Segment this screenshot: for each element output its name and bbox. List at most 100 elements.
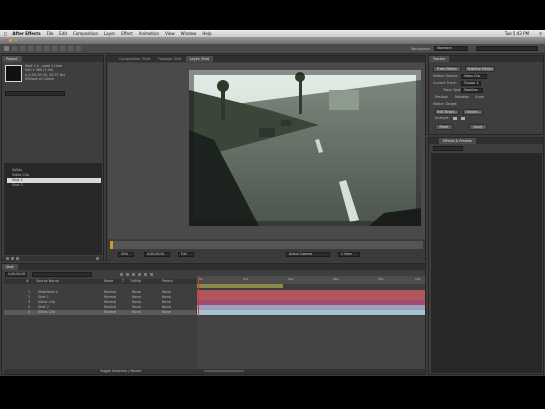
analyze-backward-button[interactable] <box>453 117 457 120</box>
menu-bar:  After Effects File Edit Composition La… <box>0 30 545 37</box>
rotate-tool-icon[interactable] <box>28 46 33 51</box>
tools-toolbar: Workspace: Standard <box>0 44 545 54</box>
zoom-tool-icon[interactable] <box>20 46 25 51</box>
timeline-search-input[interactable] <box>32 272 92 277</box>
tab-layer[interactable]: Layer: Shot <box>185 56 213 62</box>
app-menu[interactable]: After Effects <box>12 31 40 36</box>
ruler-label: 04s <box>288 277 294 281</box>
reset-button[interactable]: Reset <box>435 124 453 130</box>
pan-behind-tool-icon[interactable] <box>44 46 49 51</box>
playhead[interactable] <box>110 241 113 249</box>
project-search-input[interactable] <box>5 91 65 96</box>
stabilize-motion-button[interactable]: Stabilize Motion <box>465 66 495 72</box>
text-tool-icon[interactable] <box>68 46 73 51</box>
menu-layer[interactable]: Layer <box>104 31 115 36</box>
track-type-select[interactable]: Stabilize <box>461 88 483 93</box>
timeline-panel: Shot 0;00;00;00 # Source Name Mode T Trk… <box>1 263 426 375</box>
hide-shy-layers-icon[interactable] <box>132 273 135 276</box>
timeline-footer: Toggle Switches / Modes <box>4 369 425 374</box>
layer-bar[interactable] <box>197 310 425 315</box>
trash-icon[interactable] <box>96 257 99 260</box>
rotation-checkbox[interactable]: Rotation <box>455 95 469 100</box>
timeline-timecode[interactable]: 0;00;00;00 <box>5 272 27 277</box>
spotlight-icon[interactable]: ⚲ <box>539 31 542 36</box>
tab-timeline-shot[interactable]: Shot <box>2 264 18 270</box>
tab-effects-presets[interactable]: Effects & Presets <box>439 138 476 144</box>
work-area-bar[interactable] <box>197 284 283 288</box>
pen-tool-icon[interactable] <box>60 46 65 51</box>
video-frame[interactable] <box>189 70 421 226</box>
new-folder-icon[interactable] <box>11 257 14 260</box>
tab-composition[interactable]: Composition: Shot <box>115 56 154 62</box>
new-composition-icon[interactable] <box>16 257 19 260</box>
tab-tracker[interactable]: Tracker <box>429 56 450 62</box>
search-help-field[interactable] <box>476 46 538 51</box>
menu-view[interactable]: View <box>165 31 175 36</box>
menu-edit[interactable]: Edit <box>59 31 67 36</box>
motion-target-label: Motion Target: <box>433 102 458 106</box>
current-track-select[interactable]: Tracker 1 <box>461 81 481 86</box>
viewer-footer: 50% 0;00;00;00 Full Active Camera 1 View <box>108 240 425 261</box>
workspace-select[interactable]: Standard <box>434 46 468 51</box>
menu-effect[interactable]: Effect <box>121 31 133 36</box>
draft-3d-icon[interactable] <box>126 273 129 276</box>
col-mode: Mode <box>104 279 114 283</box>
motion-source-select[interactable]: Video Clip <box>461 74 487 79</box>
layer-mode[interactable]: Normal <box>104 310 116 315</box>
motion-blur-icon[interactable] <box>144 273 147 276</box>
magnification-select[interactable]: 50% <box>118 252 134 257</box>
tab-footage[interactable]: Footage: Shot <box>154 56 186 62</box>
time-ruler[interactable] <box>110 241 423 249</box>
window-minimize-button[interactable] <box>9 39 12 42</box>
layer-parent[interactable]: None <box>162 310 171 315</box>
effects-presets-panel: Effects & Presets <box>428 137 544 375</box>
comp-mini-flowchart-icon[interactable] <box>120 273 123 276</box>
col-t: T <box>122 279 125 283</box>
brush-tool-icon[interactable] <box>76 46 81 51</box>
zoom-slider[interactable] <box>204 370 244 372</box>
table-row[interactable]: 5 Video Clip Normal None None <box>4 310 196 315</box>
ruler-label: 08s <box>378 277 384 281</box>
toggle-switches-modes-button[interactable]: Toggle Switches / Modes <box>100 369 141 374</box>
selection-tool-icon[interactable] <box>4 46 9 51</box>
menu-composition[interactable]: Composition <box>73 31 98 36</box>
position-checkbox[interactable]: Position <box>435 95 448 100</box>
edit-target-button[interactable]: Edit Target... <box>435 109 459 115</box>
resolution-select[interactable]: Full <box>178 252 194 257</box>
menu-help[interactable]: Help <box>202 31 211 36</box>
window-zoom-button[interactable] <box>14 39 17 42</box>
interpret-footage-icon[interactable] <box>6 257 9 260</box>
layer-list: 1 Stabilized 2 Normal None None 2 Shot 1… <box>4 290 196 320</box>
view-layout-select[interactable]: 1 View <box>338 252 360 257</box>
col-num: # <box>26 279 29 283</box>
scale-checkbox[interactable]: Scale <box>475 95 484 100</box>
menu-animation[interactable]: Animation <box>139 31 159 36</box>
list-item[interactable]: Shot 2 <box>7 183 101 188</box>
view-select[interactable]: Active Camera <box>286 252 330 257</box>
layer-name[interactable]: Video Clip <box>38 310 55 315</box>
project-tabbar: Project <box>2 56 103 62</box>
effects-search-input[interactable] <box>433 146 463 151</box>
menu-window[interactable]: Window <box>181 31 197 36</box>
tab-project[interactable]: Project <box>2 56 22 62</box>
timeline-ruler[interactable]: 0s 02s 04s 06s 08s 10s <box>197 276 425 284</box>
apply-button[interactable]: Apply <box>469 124 487 130</box>
window-close-button[interactable] <box>4 39 7 42</box>
hand-tool-icon[interactable] <box>12 46 17 51</box>
layer-trkmat[interactable]: None <box>132 310 141 315</box>
footage-info-line4: Millions of Colors <box>25 77 54 81</box>
camera-tool-icon[interactable] <box>36 46 41 51</box>
options-button[interactable]: Options... <box>463 109 483 115</box>
ruler-label: 10s <box>415 277 421 281</box>
current-time-field[interactable]: 0;00;00;00 <box>144 252 170 257</box>
project-panel: Project Shot 1 ▾ , used 1 time 640 x 360… <box>1 55 104 261</box>
mask-tool-icon[interactable] <box>52 46 57 51</box>
apple-menu-icon[interactable]:  <box>4 31 6 36</box>
track-motion-button[interactable]: Track Motion <box>433 66 461 72</box>
analyze-forward-button[interactable] <box>461 117 465 120</box>
timeline-switches <box>120 273 190 277</box>
frame-blending-icon[interactable] <box>138 273 141 276</box>
graph-editor-icon[interactable] <box>150 273 153 276</box>
timeline-tabbar: Shot <box>2 264 425 270</box>
menu-file[interactable]: File <box>47 31 54 36</box>
